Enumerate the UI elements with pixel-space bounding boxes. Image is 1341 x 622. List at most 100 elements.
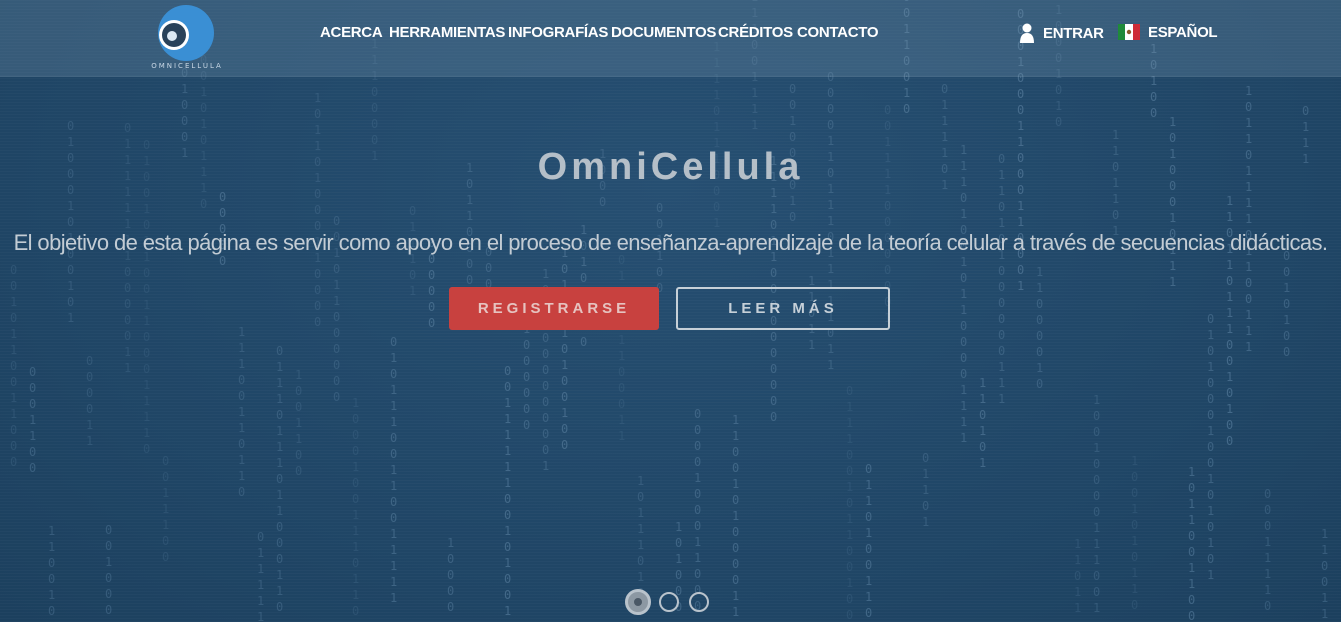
svg-text:1: 1 bbox=[960, 303, 967, 317]
svg-text:0: 0 bbox=[124, 265, 131, 279]
svg-text:1: 1 bbox=[390, 591, 397, 605]
svg-text:1: 1 bbox=[1264, 535, 1271, 549]
read-more-button[interactable]: LEER MÁS bbox=[676, 287, 890, 330]
svg-text:0: 0 bbox=[1188, 481, 1195, 495]
svg-text:0: 0 bbox=[1264, 487, 1271, 501]
svg-text:1: 1 bbox=[447, 536, 454, 550]
svg-text:1: 1 bbox=[1074, 601, 1081, 615]
svg-text:0: 0 bbox=[770, 410, 777, 424]
svg-text:0: 0 bbox=[1188, 609, 1195, 622]
svg-text:1: 1 bbox=[276, 568, 283, 582]
svg-text:0: 0 bbox=[922, 499, 929, 513]
svg-text:0: 0 bbox=[1036, 329, 1043, 343]
svg-text:0: 0 bbox=[580, 335, 587, 349]
svg-text:1: 1 bbox=[732, 477, 739, 491]
language-label: ESPAÑOL bbox=[1148, 23, 1218, 41]
svg-text:1: 1 bbox=[960, 287, 967, 301]
svg-text:1: 1 bbox=[390, 543, 397, 557]
svg-text:0: 0 bbox=[1188, 593, 1195, 607]
svg-text:1: 1 bbox=[1321, 607, 1328, 621]
svg-text:1: 1 bbox=[238, 421, 245, 435]
svg-text:1: 1 bbox=[1321, 527, 1328, 541]
svg-text:0: 0 bbox=[770, 266, 777, 280]
svg-text:1: 1 bbox=[846, 480, 853, 494]
svg-text:0: 0 bbox=[428, 316, 435, 330]
svg-text:0: 0 bbox=[789, 210, 796, 224]
login-link[interactable]: ENTRAR bbox=[1019, 22, 1104, 44]
svg-text:1: 1 bbox=[390, 575, 397, 589]
carousel-dot[interactable] bbox=[659, 592, 679, 612]
svg-text:1: 1 bbox=[1207, 536, 1214, 550]
svg-text:1: 1 bbox=[1169, 211, 1176, 225]
svg-text:0: 0 bbox=[29, 365, 36, 379]
svg-text:0: 0 bbox=[1283, 265, 1290, 279]
nav-item-contacto[interactable]: CONTACTO bbox=[797, 24, 879, 41]
svg-text:0: 0 bbox=[181, 130, 188, 144]
svg-text:0: 0 bbox=[314, 299, 321, 313]
svg-text:0: 0 bbox=[770, 378, 777, 392]
svg-text:0: 0 bbox=[181, 98, 188, 112]
svg-text:1: 1 bbox=[257, 578, 264, 592]
svg-text:0: 0 bbox=[846, 592, 853, 606]
svg-text:0: 0 bbox=[1093, 473, 1100, 487]
svg-text:1: 1 bbox=[1283, 281, 1290, 295]
svg-text:0: 0 bbox=[1131, 518, 1138, 532]
svg-text:0: 0 bbox=[1283, 345, 1290, 359]
nav-item-infografias[interactable]: INFOGRAFÍAS bbox=[508, 24, 608, 41]
svg-text:1: 1 bbox=[637, 570, 644, 584]
svg-text:0: 0 bbox=[1055, 115, 1062, 129]
svg-text:0: 0 bbox=[1264, 519, 1271, 533]
svg-text:0: 0 bbox=[504, 572, 511, 586]
svg-text:0: 0 bbox=[352, 492, 359, 506]
binary-rain-background: 0 0 1 0 1 1 0 0 1 1 0 0 0 0 0 0 1 1 0 0 1 1 0 0 1 0 0 1 0 0 0 1 0 1 0 0 1 0 1 0… bbox=[10, 0, 1341, 622]
svg-text:1: 1 bbox=[1321, 591, 1328, 605]
svg-text:0: 0 bbox=[1169, 131, 1176, 145]
svg-text:1: 1 bbox=[86, 418, 93, 432]
site-logo[interactable]: OMNICELLULA bbox=[146, 4, 228, 74]
svg-text:1: 1 bbox=[827, 262, 834, 276]
logo-text: OMNICELLULA bbox=[151, 62, 223, 70]
svg-text:1: 1 bbox=[1245, 324, 1252, 338]
svg-text:0: 0 bbox=[200, 197, 207, 211]
user-icon bbox=[1020, 23, 1034, 43]
svg-text:1: 1 bbox=[808, 274, 815, 288]
svg-text:1: 1 bbox=[238, 405, 245, 419]
svg-text:1: 1 bbox=[390, 383, 397, 397]
svg-text:0: 0 bbox=[143, 362, 150, 376]
register-button[interactable]: REGISTRARSE bbox=[449, 287, 659, 330]
svg-text:0: 0 bbox=[1036, 377, 1043, 391]
svg-text:1: 1 bbox=[352, 524, 359, 538]
svg-text:1: 1 bbox=[618, 429, 625, 443]
nav-item-documentos[interactable]: DOCUMENTOS bbox=[611, 24, 716, 41]
language-selector[interactable]: ESPAÑOL bbox=[1118, 22, 1218, 42]
svg-text:1: 1 bbox=[1131, 566, 1138, 580]
svg-text:1: 1 bbox=[504, 412, 511, 426]
svg-text:0: 0 bbox=[998, 296, 1005, 310]
svg-text:0: 0 bbox=[1036, 345, 1043, 359]
svg-text:1: 1 bbox=[466, 193, 473, 207]
svg-text:1: 1 bbox=[390, 527, 397, 541]
svg-text:0: 0 bbox=[846, 544, 853, 558]
svg-text:0: 0 bbox=[29, 461, 36, 475]
page: 0 0 1 0 1 1 0 0 1 1 0 0 0 0 0 0 1 1 0 0 1 1 0 0 1 0 0 1 0 0 0 1 0 1 0 0 1 0 1 0… bbox=[0, 0, 1341, 622]
svg-text:0: 0 bbox=[504, 508, 511, 522]
nav-item-acerca[interactable]: ACERCA bbox=[320, 24, 383, 41]
svg-text:1: 1 bbox=[1074, 585, 1081, 599]
svg-text:1: 1 bbox=[960, 255, 967, 269]
svg-text:1: 1 bbox=[846, 528, 853, 542]
svg-text:1: 1 bbox=[998, 216, 1005, 230]
svg-text:1: 1 bbox=[1302, 120, 1309, 134]
carousel-dot[interactable] bbox=[689, 592, 709, 612]
svg-text:1: 1 bbox=[618, 269, 625, 283]
svg-text:0: 0 bbox=[295, 464, 302, 478]
svg-text:1: 1 bbox=[827, 342, 834, 356]
svg-text:1: 1 bbox=[162, 518, 169, 532]
carousel-dot[interactable] bbox=[625, 589, 651, 615]
svg-text:0: 0 bbox=[352, 476, 359, 490]
svg-text:0: 0 bbox=[428, 268, 435, 282]
nav-item-herramientas[interactable]: HERRAMIENTAS bbox=[389, 24, 505, 41]
svg-text:0: 0 bbox=[352, 428, 359, 442]
nav-item-creditos[interactable]: CRÉDITOS bbox=[718, 24, 793, 41]
svg-text:1: 1 bbox=[1226, 194, 1233, 208]
svg-text:0: 0 bbox=[1188, 545, 1195, 559]
